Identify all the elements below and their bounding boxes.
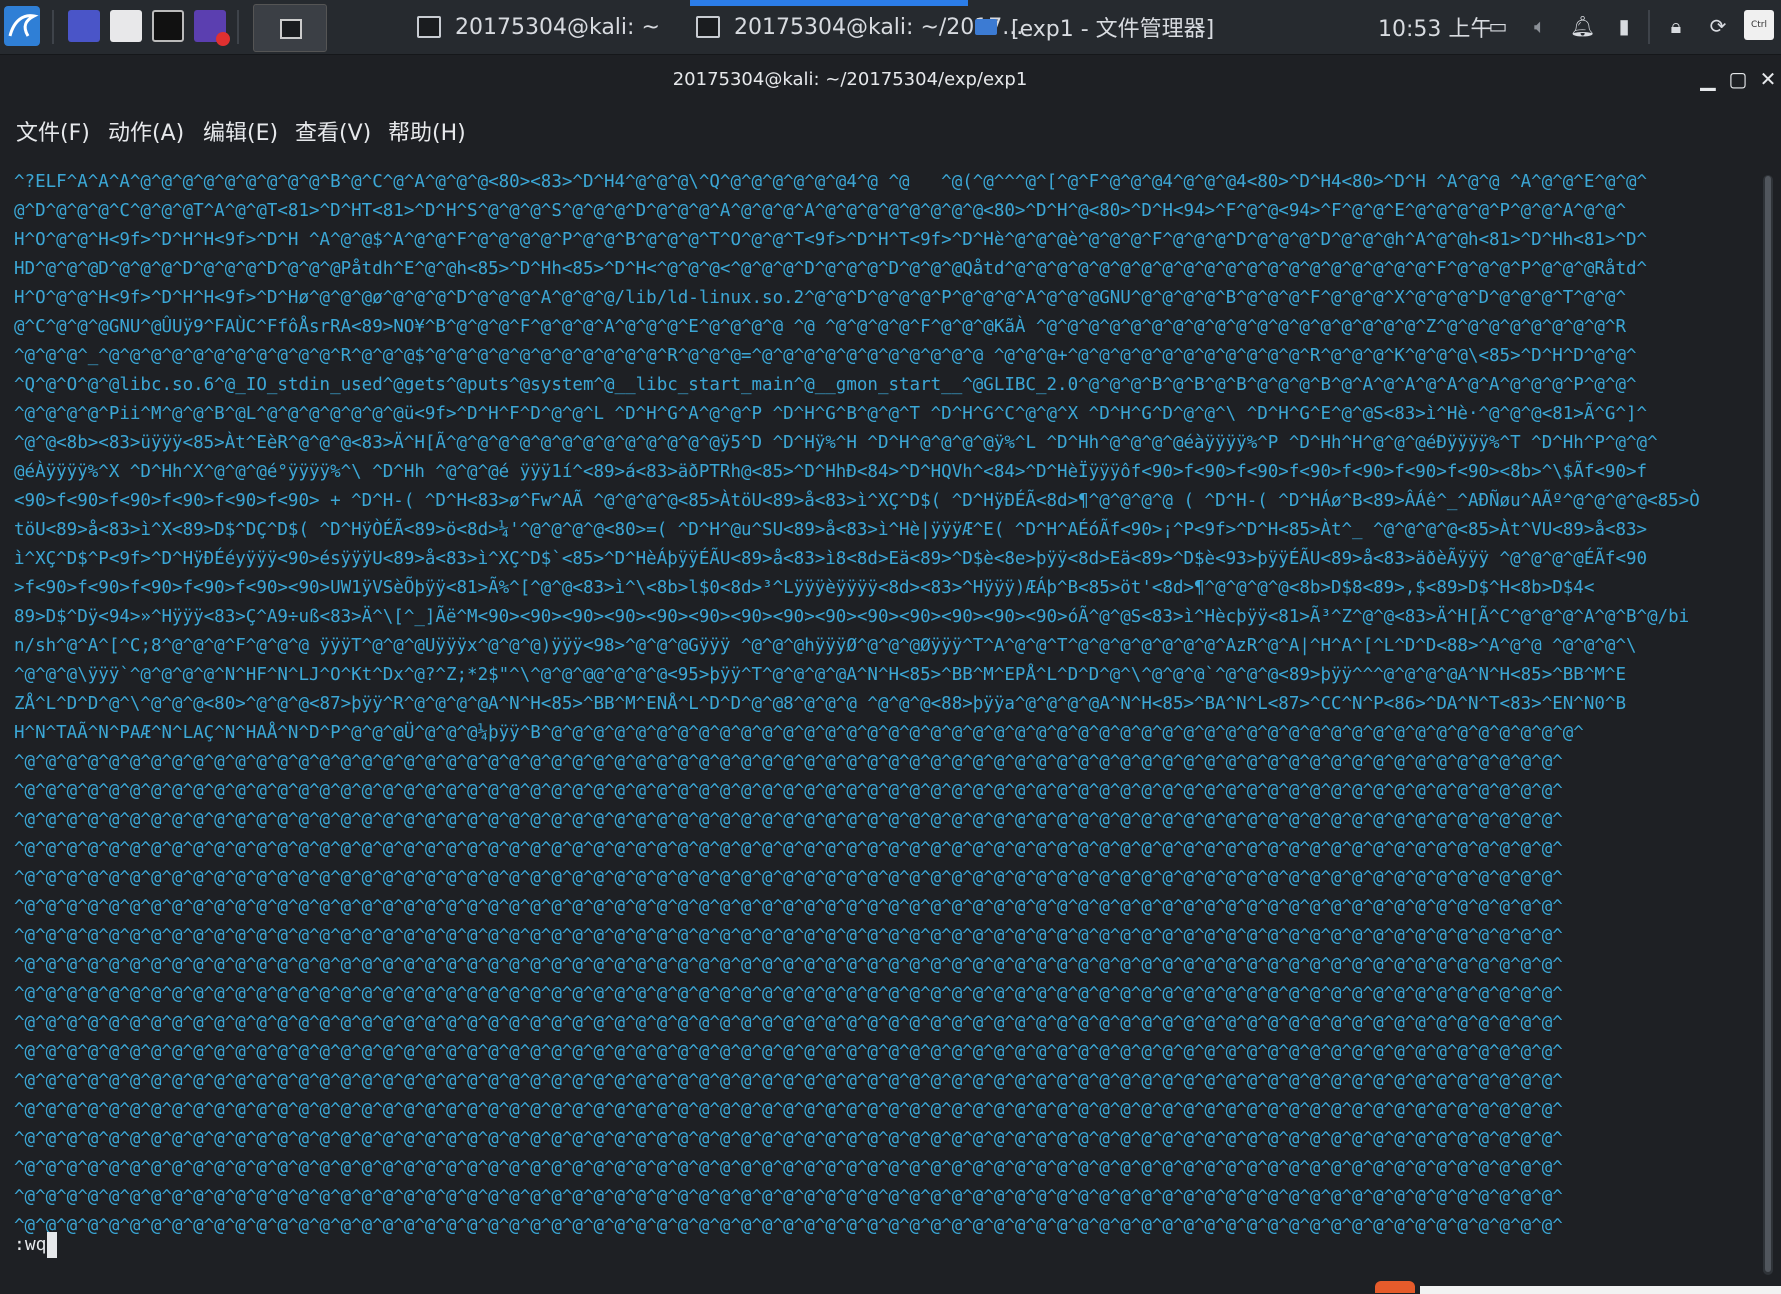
terminal-line: ^@^@^@^@^Pii^M^@^@^B^@L^@^@^@^@^@^@^@ü<9…: [14, 404, 1648, 424]
terminal-line: H^N^TAÃ^N^PAÆ^N^LAÇ^N^HAÅ^N^D^P^@^@^@Ü^@…: [14, 723, 1584, 743]
terminal-icon: [696, 16, 720, 38]
terminal-icon: [417, 16, 441, 38]
folder-icon: [975, 19, 997, 35]
terminal-line: HD^@^@^@D^@^@^@^D^@^@^@^D^@^@^@Påtdh^E^@…: [14, 259, 1648, 279]
terminal-line: ^@^@^@\ÿÿÿ`^@^@^@^@^N^HF^N^LJ^O^Kt^Dx^@?…: [14, 665, 1626, 685]
terminal-line: ì^XÇ^D$^P<9f>^D^HÿÐÉéyÿÿÿ<90>ésÿÿÿU<89>å…: [14, 549, 1648, 569]
terminal-output[interactable]: ^?ELF^A^A^A^@^@^@^@^@^@^@^@^@^B^@^C^@^A^…: [0, 160, 1760, 1280]
terminal-line: @^C^@^@^@GNU^@ÛUÿ9^FAÙC^FfôÅsrRA<89>NO¥^…: [14, 317, 1626, 337]
overlay-corner: [1375, 1281, 1415, 1293]
terminal-line: ^@^@<8b><83>üÿÿÿ<85>Àt^EèR^@^@^@<83>Ä^H[…: [14, 433, 1658, 453]
terminal-line: ^@^@^@^@^@^@^@^@^@^@^@^@^@^@^@^@^@^@^@^@…: [14, 781, 1563, 801]
menu-action[interactable]: 动作(A): [108, 115, 184, 147]
notification-bell-icon[interactable]: 🔔︎: [1570, 14, 1595, 38]
battery-icon[interactable]: ▮: [1612, 14, 1636, 38]
vim-command: :wq: [14, 1234, 47, 1255]
terminal-line: 89>D$^Dÿ<94>»^Hÿÿÿ<83>Ç^A9÷uß<83>Ä^\[^_]…: [14, 607, 1690, 627]
terminal-line: ^@^@^@^@^@^@^@^@^@^@^@^@^@^@^@^@^@^@^@^@…: [14, 1187, 1563, 1207]
separator: [1648, 10, 1650, 44]
terminal-line: ^@^@^@^@^@^@^@^@^@^@^@^@^@^@^@^@^@^@^@^@…: [14, 839, 1563, 859]
menu-file[interactable]: 文件(F): [16, 115, 90, 147]
terminal-line: H^O^@^@^H<9f>^D^H^H<9f>^D^Hø^@^@^@ø^@^@^…: [14, 288, 1626, 308]
menu-view[interactable]: 查看(V): [295, 115, 371, 147]
logout-icon[interactable]: ⟳: [1706, 14, 1730, 38]
terminal-line: ^@^@^@^@^@^@^@^@^@^@^@^@^@^@^@^@^@^@^@^@…: [14, 955, 1563, 975]
volume-icon[interactable]: 🔈︎: [1528, 14, 1552, 38]
terminal-line: ^@^@^@^@^@^@^@^@^@^@^@^@^@^@^@^@^@^@^@^@…: [14, 1013, 1563, 1033]
terminal-line: ZÅ^L^D^D^@^\^@^@^@<80>^@^@^@<87>þÿÿ^R^@^…: [14, 694, 1626, 714]
terminal-line: ^@^@^@^@^@^@^@^@^@^@^@^@^@^@^@^@^@^@^@^@…: [14, 752, 1563, 772]
terminal-line: ^@^@^@^@^@^@^@^@^@^@^@^@^@^@^@^@^@^@^@^@…: [14, 1042, 1563, 1062]
vim-command-line[interactable]: :wq: [14, 1230, 57, 1259]
terminal-line: ^@^@^@^_^@^@^@^@^@^@^@^@^@^@^@^R^@^@^@$^…: [14, 346, 1637, 366]
file-manager-icon[interactable]: [110, 10, 142, 42]
terminal-line: ^@^@^@^@^@^@^@^@^@^@^@^@^@^@^@^@^@^@^@^@…: [14, 1129, 1563, 1149]
window-label: 20175304@kali: ~: [455, 14, 660, 40]
lock-icon[interactable]: 🔒︎: [1664, 14, 1688, 38]
keyboard-ctrl-icon[interactable]: Ctrl: [1744, 10, 1774, 40]
bottom-strip: [1420, 1286, 1781, 1294]
maximize-button[interactable]: ▢: [1724, 65, 1752, 93]
terminal-line: ^@^@^@^@^@^@^@^@^@^@^@^@^@^@^@^@^@^@^@^@…: [14, 897, 1563, 917]
terminal-launcher-icon[interactable]: [152, 10, 184, 42]
taskbar-window-file-manager[interactable]: [exp1 - 文件管理器]: [975, 0, 1214, 54]
terminal-line: ^@^@^@^@^@^@^@^@^@^@^@^@^@^@^@^@^@^@^@^@…: [14, 1216, 1563, 1236]
display-icon[interactable]: ▭: [1486, 14, 1510, 38]
terminal-line: @^D^@^@^@^C^@^@^@T^A^@^@T<81>^D^HT<81>^D…: [14, 201, 1626, 221]
menu-edit[interactable]: 编辑(E): [203, 115, 278, 147]
terminal-line: ^@^@^@^@^@^@^@^@^@^@^@^@^@^@^@^@^@^@^@^@…: [14, 1158, 1563, 1178]
menu-help[interactable]: 帮助(H): [388, 115, 466, 147]
terminal-line: ^@^@^@^@^@^@^@^@^@^@^@^@^@^@^@^@^@^@^@^@…: [14, 868, 1563, 888]
terminal-line: ^@^@^@^@^@^@^@^@^@^@^@^@^@^@^@^@^@^@^@^@…: [14, 984, 1563, 1004]
desktop-icon[interactable]: [68, 10, 100, 42]
window-label: [exp1 - 文件管理器]: [1011, 17, 1215, 42]
text-cursor: [46, 1232, 57, 1258]
menu-bar: 文件(F) 动作(A) 编辑(E) 查看(V) 帮助(H): [0, 105, 1781, 155]
terminal-line: ^@^@^@^@^@^@^@^@^@^@^@^@^@^@^@^@^@^@^@^@…: [14, 1100, 1563, 1120]
terminal-line: ^?ELF^A^A^A^@^@^@^@^@^@^@^@^@^B^@^C^@^A^…: [14, 172, 1648, 192]
close-button[interactable]: ✕: [1754, 65, 1781, 93]
window-titlebar[interactable]: 20175304@kali: ~/20175304/exp/exp1 ▁ ▢ ✕: [0, 55, 1781, 105]
show-desktop-button[interactable]: [253, 4, 327, 52]
separator: [52, 10, 54, 44]
terminal-line: @éÀÿÿÿÿ%^X ^D^Hh^X^@^@^@é°ÿÿÿÿ%^\ ^D^Hh …: [14, 462, 1648, 482]
terminal-line: ^@^@^@^@^@^@^@^@^@^@^@^@^@^@^@^@^@^@^@^@…: [14, 810, 1563, 830]
kali-menu-icon[interactable]: [4, 6, 40, 46]
screen-recorder-icon[interactable]: [194, 10, 230, 46]
terminal-line: ^@^@^@^@^@^@^@^@^@^@^@^@^@^@^@^@^@^@^@^@…: [14, 1071, 1563, 1091]
clock[interactable]: 10:53 上午: [1378, 0, 1492, 54]
scrollbar-thumb[interactable]: [1765, 176, 1771, 1272]
terminal-line: n/sh^@^A^[^C;8^@^@^@^F^@^@^@ ÿÿÿT^@^@^@U…: [14, 636, 1637, 656]
terminal-line: ^@^@^@^@^@^@^@^@^@^@^@^@^@^@^@^@^@^@^@^@…: [14, 926, 1563, 946]
taskbar-window-home-terminal[interactable]: 20175304@kali: ~: [417, 0, 660, 54]
terminal-line: ^Q^@^O^@^@libc.so.6^@_IO_stdin_used^@get…: [14, 375, 1637, 395]
terminal-line: töU<89>å<83>ì^X<89>D$^DÇ^D$( ^D^HÿÒÉÃ<89…: [14, 520, 1648, 540]
taskbar: 20175304@kali: ~ 20175304@kali: ~/2017..…: [0, 0, 1781, 55]
terminal-line: >f<90>f<90>f<90>f<90>f<90><90>UW1ÿVSèÕþÿ…: [14, 578, 1595, 598]
minimize-button[interactable]: ▁: [1694, 65, 1722, 93]
window-title: 20175304@kali: ~/20175304/exp/exp1: [672, 69, 1028, 90]
terminal-line: H^O^@^@^H<9f>^D^H^H<9f>^D^H ^A^@^@$^A^@^…: [14, 230, 1648, 250]
separator: [237, 10, 239, 44]
terminal-line: <90>f<90>f<90>f<90>f<90>f<90> + ^D^H-( ^…: [14, 491, 1700, 511]
